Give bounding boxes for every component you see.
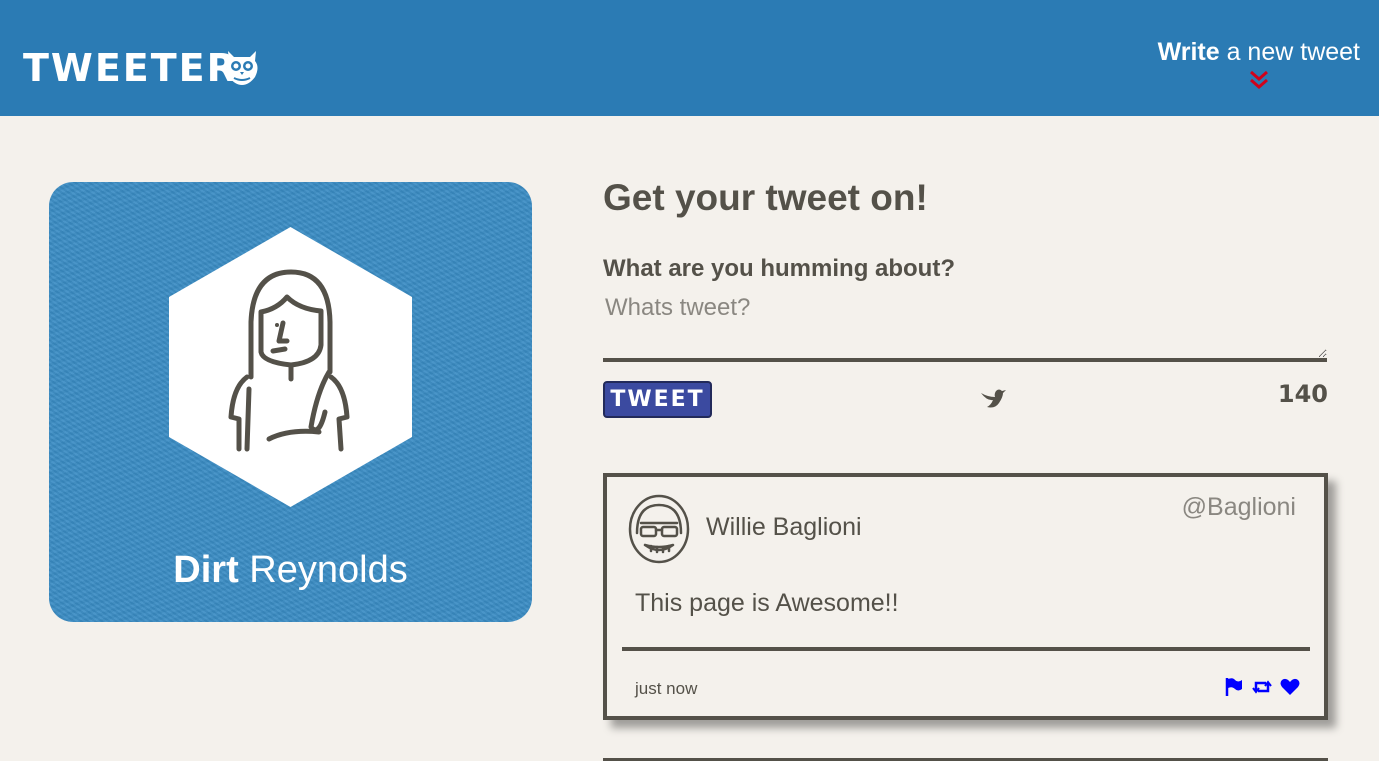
compose-title: Get your tweet on! <box>603 177 928 218</box>
profile-name: Dirt Reynolds <box>49 546 532 594</box>
tweet-handle: @Baglioni <box>1181 493 1296 521</box>
compose-label: What are you humming about? <box>603 255 955 282</box>
tweet-text: This page is Awesome!! <box>635 589 899 617</box>
profile-avatar-icon <box>169 227 412 507</box>
profile-card: Dirt Reynolds <box>49 182 532 622</box>
tweet-card: Willie Baglioni @Baglioni This page is A… <box>603 473 1328 720</box>
bird-icon <box>981 389 1006 408</box>
tweet-button[interactable]: TWEET <box>603 381 712 418</box>
logo-text: TWEETER <box>23 46 238 90</box>
write-label: Write <box>1157 38 1220 66</box>
profile-last-name: Reynolds <box>238 549 408 591</box>
avatar-icon <box>628 494 690 564</box>
retweet-icon[interactable] <box>1252 677 1272 697</box>
heart-icon[interactable] <box>1280 677 1300 697</box>
tweet-timestamp: just now <box>635 679 698 698</box>
character-counter: 140 <box>1277 380 1328 408</box>
new-tweet-label: a new tweet <box>1219 38 1360 66</box>
owl-icon <box>226 51 258 85</box>
top-nav: TWEETER Write a new tweet <box>0 0 1379 116</box>
flag-icon[interactable] <box>1224 677 1244 697</box>
tweet-actions <box>1224 677 1300 697</box>
chevron-down-icon <box>1249 70 1268 89</box>
tweet-divider <box>622 647 1310 651</box>
tweet-input[interactable] <box>603 294 1327 362</box>
tweet-author-name: Willie Baglioni <box>706 513 862 541</box>
write-new-tweet-toggle[interactable]: Write a new tweet <box>1158 38 1360 91</box>
profile-first-name: Dirt <box>173 549 239 591</box>
